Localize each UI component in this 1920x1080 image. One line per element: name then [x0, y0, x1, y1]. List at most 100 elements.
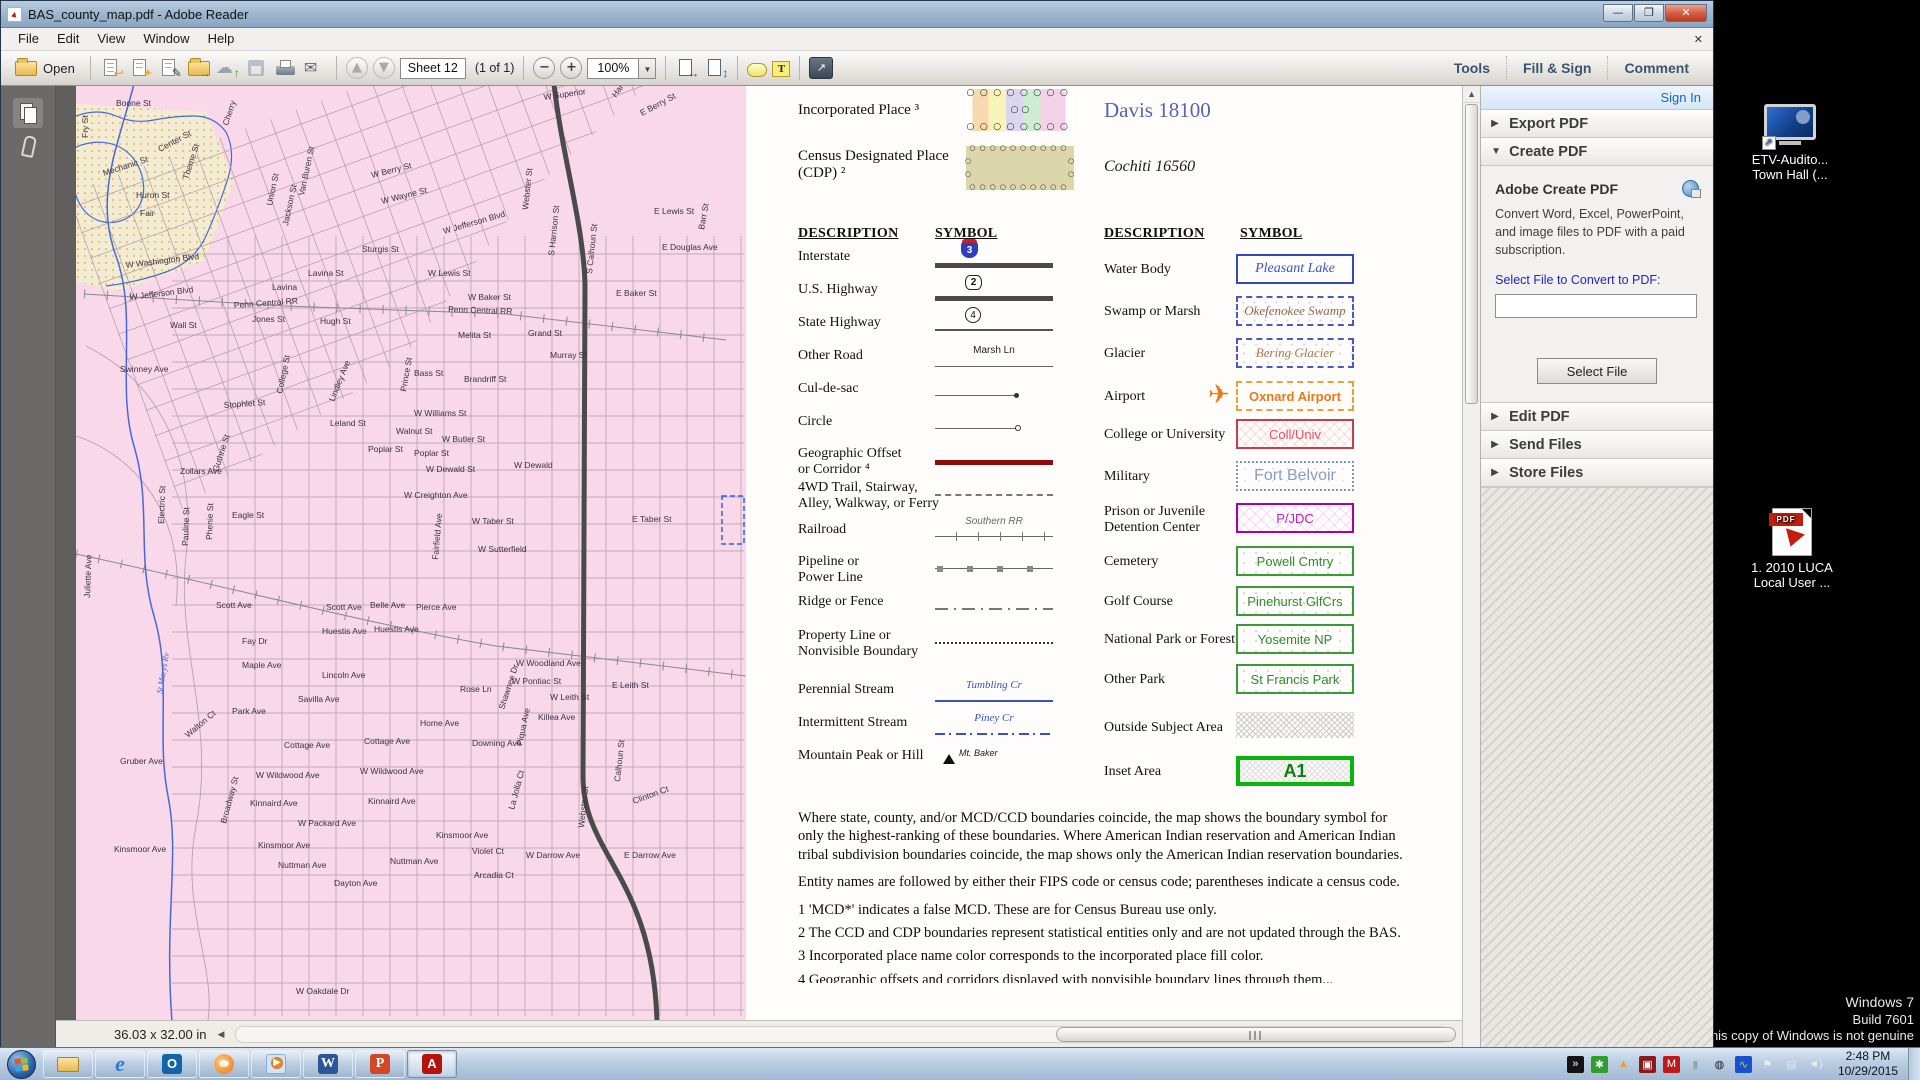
- fullscreen-icon[interactable]: ↗: [809, 57, 834, 79]
- street-label: W Woodland Ave: [516, 658, 581, 668]
- show-desktop-button[interactable]: [1908, 1047, 1920, 1080]
- legend-footnote: 4 Geographic offsets and corridors displ…: [797, 971, 1334, 983]
- zoom-level-input[interactable]: 100%: [587, 57, 640, 79]
- page-up-icon[interactable]: ▲: [345, 57, 368, 79]
- desktop-icon-etv[interactable]: ETV-Audito... Town Hall (...: [1740, 104, 1840, 182]
- street-label: Killea Ave: [538, 712, 575, 722]
- legend-row-description: Cul-de-sac: [797, 381, 859, 396]
- street-label: Kinnaird Ave: [368, 796, 416, 806]
- network-monitor-icon[interactable]: ∿: [1734, 1055, 1752, 1073]
- arrow-up-icon[interactable]: ▲: [1615, 1056, 1632, 1073]
- street-label: Poplar St: [368, 444, 404, 454]
- share-folder-icon[interactable]: →: [187, 57, 211, 79]
- taskbar-app-powerpoint[interactable]: P: [355, 1050, 405, 1078]
- tab-tools[interactable]: Tools: [1438, 56, 1506, 80]
- audio-device-icon[interactable]: ◍: [1711, 1056, 1728, 1073]
- tab-comment[interactable]: Comment: [1607, 56, 1705, 80]
- legend-symbol-offset: [934, 446, 1053, 476]
- select-file-button[interactable]: Select File: [1537, 358, 1658, 385]
- fit-page-icon[interactable]: ↕: [704, 57, 728, 79]
- page-thumbnails-icon[interactable]: [12, 98, 43, 128]
- legend-row-description: Prison or Juvenile Detention Center: [1103, 504, 1206, 535]
- sign-in-link[interactable]: Sign In: [1481, 86, 1713, 110]
- zoom-out-icon[interactable]: −: [533, 57, 556, 79]
- fit-width-icon[interactable]: ↔: [675, 57, 699, 79]
- street-label: Violet Ct: [472, 846, 505, 856]
- legend-row-description: Golf Course: [1103, 594, 1173, 609]
- menu-file[interactable]: File: [9, 29, 48, 48]
- panel-section-create-pdf[interactable]: ▼ Create PDF: [1481, 138, 1713, 166]
- taskbar-app-internet-explorer[interactable]: e: [95, 1050, 145, 1078]
- legend-column-header: DESCRIPTION: [1103, 226, 1205, 241]
- save-icon[interactable]: [245, 57, 269, 79]
- action-center-flag-icon[interactable]: ⚑: [1759, 1056, 1776, 1073]
- taskbar-app-adobe-reader[interactable]: A: [407, 1050, 457, 1078]
- street-label: Leland St: [330, 418, 367, 428]
- tab-fill-sign[interactable]: Fill & Sign: [1505, 56, 1607, 80]
- taskbar-app-explorer[interactable]: [43, 1050, 93, 1078]
- panel-section-store-files[interactable]: ▶ Store Files: [1481, 459, 1713, 488]
- menu-window[interactable]: Window: [134, 29, 198, 48]
- horizontal-scroll-thumb[interactable]: [1055, 1026, 1456, 1042]
- street-label: Scott Ave: [216, 600, 252, 610]
- scroll-left-icon[interactable]: ◀: [218, 1029, 225, 1040]
- convert-file-input[interactable]: [1495, 294, 1698, 319]
- create-pdf-icon[interactable]: ✦: [129, 57, 153, 79]
- legend-cdp-label: Census Designated Place (CDP) ²: [797, 148, 949, 182]
- volume-mixer-icon[interactable]: »: [1566, 1055, 1584, 1073]
- sign-page-icon[interactable]: ✎: [158, 57, 182, 79]
- open-button[interactable]: Open: [9, 57, 81, 79]
- print-icon[interactable]: [274, 57, 298, 79]
- zoom-dropdown-icon[interactable]: ▼: [639, 57, 657, 79]
- street-label: Wall St: [170, 320, 197, 330]
- email-icon[interactable]: ✉: [303, 57, 327, 79]
- panel-section-send-files[interactable]: ▶ Send Files: [1481, 431, 1713, 460]
- menu-edit[interactable]: Edit: [48, 29, 88, 48]
- workspace: Boone St Fry St Cherry Center St Theme St Mec…: [1, 0, 1713, 1047]
- start-button[interactable]: [0, 1049, 42, 1079]
- attachments-icon[interactable]: [13, 132, 43, 162]
- highlight-text-icon[interactable]: T: [772, 61, 791, 77]
- network-icon[interactable]: ▤: [1783, 1056, 1800, 1073]
- speaker-icon[interactable]: ◄): [1807, 1056, 1824, 1073]
- street-label: Savilla Ave: [298, 694, 340, 704]
- document-area[interactable]: Boone St Fry St Cherry Center St Theme St Mec…: [55, 0, 1463, 1047]
- taskbar-app-word[interactable]: W: [303, 1050, 353, 1078]
- legend-symbol-ridge: [934, 594, 1053, 624]
- restore-button[interactable]: ❐: [1634, 4, 1664, 22]
- street-label: Electric St: [156, 485, 167, 524]
- street-label: W Wildwood Ave: [256, 770, 320, 780]
- menu-help[interactable]: Help: [199, 29, 244, 48]
- panel-section-export-pdf[interactable]: ▶ Export PDF: [1481, 110, 1713, 138]
- minimize-button[interactable]: —: [1603, 4, 1633, 22]
- horizontal-scrollbar[interactable]: ◀: [218, 1025, 1456, 1043]
- menu-view[interactable]: View: [88, 29, 134, 48]
- vertical-scrollbar[interactable]: ▲: [1462, 86, 1481, 1047]
- close-document-icon[interactable]: ✕: [1694, 33, 1703, 46]
- taskbar-app-lync[interactable]: [199, 1050, 249, 1078]
- title-bar[interactable]: BAS_county_map.pdf - Adobe Reader — ❐ ✕: [1, 1, 1713, 28]
- taskbar-app-media-player[interactable]: [251, 1050, 301, 1078]
- updates-icon[interactable]: ✱: [1590, 1055, 1608, 1073]
- mcafee-icon[interactable]: M: [1662, 1055, 1680, 1073]
- vertical-scroll-thumb[interactable]: [1465, 104, 1479, 404]
- street-label: Phenie St: [204, 502, 215, 540]
- cloud-upload-icon[interactable]: ☁ ↑: [216, 57, 240, 79]
- page-number-input[interactable]: Sheet 12: [399, 57, 466, 79]
- zoom-in-icon[interactable]: +: [560, 57, 583, 79]
- tools-panel: Sign In ▶ Export PDF ▼ Create PDF Adobe Cre…: [1480, 86, 1713, 1047]
- street-label: Belle Ave: [370, 600, 406, 610]
- legend-row-description: State Highway: [797, 315, 881, 330]
- scroll-up-icon[interactable]: ▲: [1463, 86, 1481, 103]
- taskbar-clock[interactable]: 2:48 PM 10/29/2015: [1832, 1049, 1908, 1079]
- send-page-icon[interactable]: ↩: [100, 57, 124, 79]
- page-down-icon[interactable]: ▼: [372, 57, 395, 79]
- comment-bubble-icon[interactable]: [747, 62, 768, 77]
- taskbar-app-outlook[interactable]: O: [147, 1050, 197, 1078]
- close-button[interactable]: ✕: [1665, 4, 1707, 22]
- desktop-icon-luca-pdf[interactable]: PDF 1. 2010 LUCA Local User ...: [1742, 508, 1842, 590]
- panel-section-edit-pdf[interactable]: ▶ Edit PDF: [1481, 403, 1713, 432]
- usb-icon[interactable]: ▮: [1687, 1056, 1704, 1073]
- virtual-pc-icon[interactable]: ▣: [1638, 1055, 1656, 1073]
- legend-row-description: Military: [1103, 469, 1150, 484]
